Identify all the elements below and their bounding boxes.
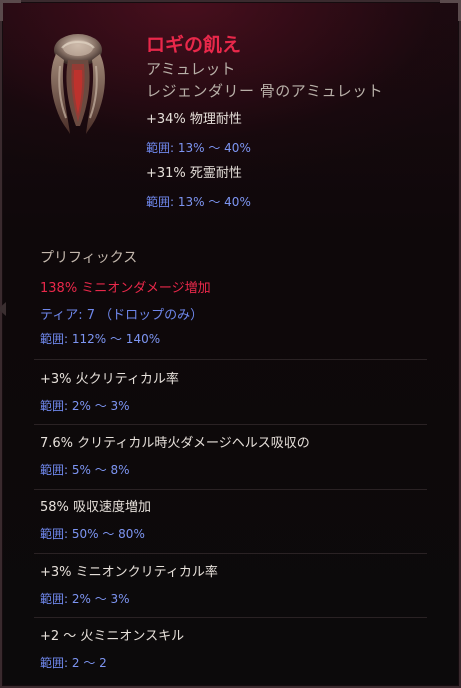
prefix-tier: ティア: 7 （ドロップのみ） bbox=[40, 305, 429, 327]
affix-range: 範囲: 2% 〜 3% bbox=[40, 396, 429, 416]
range-value: : 2% 〜 3% bbox=[64, 399, 130, 413]
affix-divider bbox=[34, 359, 427, 360]
affix-5: +2 〜 火ミニオンスキル 範囲: 2 〜 2 bbox=[40, 627, 429, 673]
item-subtype: レジェンダリー 骨のアミュレット bbox=[146, 82, 384, 100]
implicit-stat-1: +34% 物理耐性 範囲: 13% 〜 40% bbox=[146, 110, 449, 158]
affix-2: 7.6% クリティカル時火ダメージヘルス吸収の 範囲: 5% 〜 8% bbox=[40, 434, 429, 480]
bone-amulet-icon bbox=[51, 34, 105, 134]
range-value: : 13% 〜 40% bbox=[170, 141, 251, 155]
item-type: アミュレット bbox=[146, 60, 236, 78]
implicit-stat-2: +31% 死霊耐性 範囲: 13% 〜 40% bbox=[146, 164, 449, 212]
prefix-range: 範囲: 112% 〜 140% bbox=[40, 329, 429, 349]
affix-stat: +3% ミニオンクリティカル率 bbox=[40, 565, 218, 580]
frame-corner-top-left bbox=[0, 0, 21, 21]
affix-stat: 7.6% クリティカル時火ダメージヘルス吸収の bbox=[40, 436, 310, 451]
affix-range: 範囲: 5% 〜 8% bbox=[40, 460, 429, 480]
range-value: : 112% 〜 140% bbox=[64, 332, 161, 346]
prefix-affix: 138% ミニオンダメージ増加 ティア: 7 （ドロップのみ） 範囲: 112%… bbox=[40, 279, 429, 349]
tier-value: : 7 （ドロップのみ） bbox=[78, 308, 204, 323]
range-label: 範囲 bbox=[40, 463, 65, 477]
range-label: 範囲 bbox=[40, 332, 65, 346]
affix-3: 58% 吸収速度増加 範囲: 50% 〜 80% bbox=[40, 498, 429, 544]
tier-label: ティア bbox=[40, 308, 79, 323]
section-title-prefix: プリフィックス bbox=[40, 250, 138, 266]
implicit-range: 範囲: 13% 〜 40% bbox=[146, 138, 449, 158]
implicit-stat-text: +31% 死霊耐性 bbox=[146, 166, 242, 181]
frame-corner-top-right bbox=[440, 0, 461, 21]
prefix-stat: 138% ミニオンダメージ増加 bbox=[40, 281, 211, 296]
affix-stat: +2 〜 火ミニオンスキル bbox=[40, 629, 185, 644]
range-label: 範囲 bbox=[40, 592, 65, 606]
range-label: 範囲 bbox=[40, 399, 65, 413]
affix-range: 範囲: 50% 〜 80% bbox=[40, 524, 429, 544]
item-tooltip: ロギの飢え アミュレット レジェンダリー 骨のアミュレット +34% 物理耐性 … bbox=[0, 0, 461, 688]
affix-divider bbox=[34, 424, 427, 425]
affix-stat: +3% 火クリティカル率 bbox=[40, 372, 179, 387]
affix-divider bbox=[34, 553, 427, 554]
affix-divider bbox=[34, 617, 427, 618]
range-value: : 5% 〜 8% bbox=[64, 463, 130, 477]
item-name: ロギの飢え bbox=[146, 34, 242, 56]
implicit-stat-text: +34% 物理耐性 bbox=[146, 112, 242, 127]
affix-range: 範囲: 2 〜 2 bbox=[40, 653, 429, 673]
implicit-range: 範囲: 13% 〜 40% bbox=[146, 192, 449, 212]
range-label: 範囲 bbox=[146, 141, 171, 155]
affix-stat: 58% 吸収速度増加 bbox=[40, 500, 152, 515]
item-header: ロギの飢え アミュレット レジェンダリー 骨のアミュレット bbox=[146, 32, 449, 102]
affix-range: 範囲: 2% 〜 3% bbox=[40, 589, 429, 609]
range-value: : 50% 〜 80% bbox=[64, 527, 145, 541]
range-label: 範囲 bbox=[40, 527, 65, 541]
range-label: 範囲 bbox=[40, 656, 65, 670]
affix-divider bbox=[34, 489, 427, 490]
range-value: : 2 〜 2 bbox=[64, 656, 107, 670]
range-label: 範囲 bbox=[146, 195, 171, 209]
affix-1: +3% 火クリティカル率 範囲: 2% 〜 3% bbox=[40, 370, 429, 416]
affix-4: +3% ミニオンクリティカル率 範囲: 2% 〜 3% bbox=[40, 563, 429, 609]
range-value: : 13% 〜 40% bbox=[170, 195, 251, 209]
frame-side-notch bbox=[0, 302, 6, 316]
range-value: : 2% 〜 3% bbox=[64, 592, 130, 606]
